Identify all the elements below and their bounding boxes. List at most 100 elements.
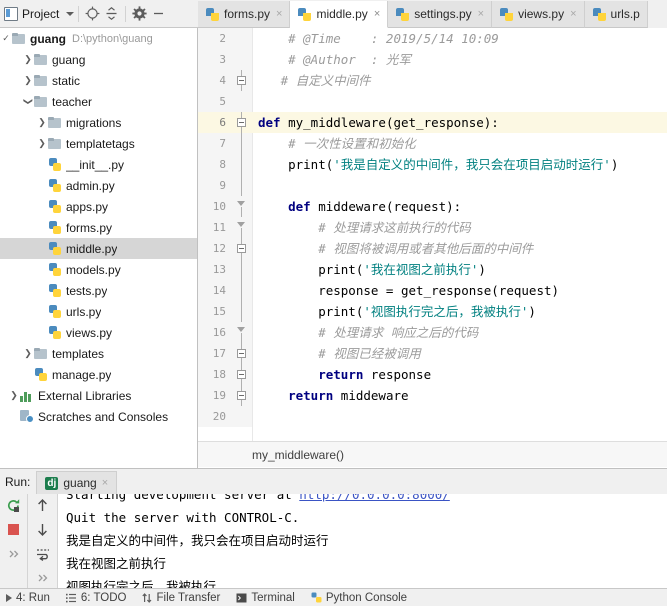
tree-item-tests-py[interactable]: tests.py xyxy=(0,280,197,301)
close-icon[interactable]: × xyxy=(102,477,108,489)
chevron-expanded-icon[interactable]: ✓ xyxy=(0,33,12,44)
project-panel-button[interactable]: Project xyxy=(4,6,75,21)
code-line-3[interactable]: 3 # @Author : 光军 xyxy=(198,49,667,70)
code-line-12[interactable]: 12 # 视图将被调用或者其他后面的中间件 xyxy=(198,238,667,259)
status-item-4--run[interactable]: 4: Run xyxy=(6,592,50,604)
fold-gutter[interactable] xyxy=(232,406,252,427)
fold-marker-icon[interactable] xyxy=(237,244,246,253)
editor-tab-forms-py[interactable]: forms.py × xyxy=(198,1,291,28)
fold-gutter[interactable] xyxy=(232,217,252,238)
status-item-terminal[interactable]: Terminal xyxy=(236,592,295,604)
locate-target-icon[interactable] xyxy=(83,4,102,23)
more-icon[interactable] xyxy=(5,545,22,562)
code-line-7[interactable]: 7 # 一次性设置和初始化 xyxy=(198,133,667,154)
code-line-20[interactable]: 20 xyxy=(198,406,667,427)
code-line-13[interactable]: 13 print('我在视图之前执行') xyxy=(198,259,667,280)
fold-marker-icon[interactable] xyxy=(237,370,246,379)
chevron-down-icon[interactable]: ❯ xyxy=(23,96,34,108)
fold-gutter[interactable] xyxy=(232,343,252,364)
close-icon[interactable]: × xyxy=(570,8,576,20)
fold-gutter[interactable] xyxy=(232,238,252,259)
tree-item-middle-py[interactable]: middle.py xyxy=(0,238,197,259)
fold-gutter[interactable] xyxy=(232,154,252,175)
code-line-15[interactable]: 15 print('视图执行完之后，我被执行') xyxy=(198,301,667,322)
chevron-right-icon[interactable]: ❯ xyxy=(36,138,48,149)
code-line-4[interactable]: 4 # 自定义中间件 xyxy=(198,70,667,91)
chevron-right-icon[interactable]: ❯ xyxy=(8,390,20,401)
tree-item---init---py[interactable]: __init__.py xyxy=(0,154,197,175)
tree-item-migrations[interactable]: ❯ migrations xyxy=(0,112,197,133)
run-console-output[interactable]: Starting development server at http://0.… xyxy=(58,494,667,588)
close-icon[interactable]: × xyxy=(478,8,484,20)
scroll-up-icon[interactable] xyxy=(34,497,51,514)
fold-gutter[interactable] xyxy=(232,91,252,112)
tree-item-manage-py[interactable]: manage.py xyxy=(0,364,197,385)
code-line-19[interactable]: 19 return middeware xyxy=(198,385,667,406)
code-line-6[interactable]: 6 def my_middleware(get_response): xyxy=(198,112,667,133)
fold-gutter[interactable] xyxy=(232,49,252,70)
minimize-icon[interactable] xyxy=(149,4,168,23)
editor-tab-views-py[interactable]: views.py × xyxy=(492,1,585,28)
fold-gutter[interactable] xyxy=(232,301,252,322)
code-line-8[interactable]: 8 print('我是自定义的中间件，我只会在项目启动时运行') xyxy=(198,154,667,175)
fold-gutter[interactable] xyxy=(232,133,252,154)
tree-item-views-py[interactable]: views.py xyxy=(0,322,197,343)
tree-item-Scratches-and-Consoles[interactable]: Scratches and Consoles xyxy=(0,406,197,427)
code-line-17[interactable]: 17 # 视图已经被调用 xyxy=(198,343,667,364)
editor-tab-middle-py[interactable]: middle.py × xyxy=(290,1,389,28)
fold-gutter[interactable] xyxy=(232,175,252,196)
soft-wrap-icon[interactable] xyxy=(34,545,51,562)
code-line-14[interactable]: 14 response = get_response(request) xyxy=(198,280,667,301)
tree-item-External-Libraries[interactable]: ❯ External Libraries xyxy=(0,385,197,406)
fold-gutter[interactable] xyxy=(232,28,252,49)
code-line-16[interactable]: 16 # 处理请求 响应之后的代码 xyxy=(198,322,667,343)
tree-item-templates[interactable]: ❯ templates xyxy=(0,343,197,364)
run-tab-guang[interactable]: dj guang × xyxy=(36,471,118,494)
close-icon[interactable]: × xyxy=(374,8,380,20)
fold-marker-icon[interactable] xyxy=(237,391,246,400)
tree-root-row[interactable]: ✓ guang D:\python\guang xyxy=(0,28,197,49)
status-item-6--todo[interactable]: 6: TODO xyxy=(65,592,126,604)
stop-icon[interactable] xyxy=(5,521,22,538)
status-item-python-console[interactable]: Python Console xyxy=(311,592,407,604)
close-icon[interactable]: × xyxy=(276,8,282,20)
chevron-right-icon[interactable]: ❯ xyxy=(22,75,34,86)
console-link[interactable]: http://0.0.0.0:8000/ xyxy=(299,494,450,502)
fold-marker-icon[interactable] xyxy=(237,118,246,127)
editor-scroll-area[interactable]: 2 # @Time : 2019/5/14 10:09 3 # @Author :… xyxy=(198,28,667,441)
editor-tab-settings-py[interactable]: settings.py × xyxy=(388,1,493,28)
code-line-10[interactable]: 10 def middeware(request): xyxy=(198,196,667,217)
code-line-5[interactable]: 5 xyxy=(198,91,667,112)
fold-gutter[interactable] xyxy=(232,70,252,91)
rerun-icon[interactable] xyxy=(5,497,22,514)
gear-icon[interactable] xyxy=(130,4,149,23)
fold-marker-icon[interactable] xyxy=(237,349,246,358)
tree-item-models-py[interactable]: models.py xyxy=(0,259,197,280)
code-line-18[interactable]: 18 return response xyxy=(198,364,667,385)
code-editor[interactable]: 2 # @Time : 2019/5/14 10:09 3 # @Author :… xyxy=(198,28,667,468)
tree-item-templatetags[interactable]: ❯ templatetags xyxy=(0,133,197,154)
fold-gutter[interactable] xyxy=(232,112,252,133)
fold-gutter[interactable] xyxy=(232,259,252,280)
editor-tab-urls-p[interactable]: urls.p xyxy=(584,1,648,28)
scroll-down-icon[interactable] xyxy=(34,521,51,538)
breadcrumb[interactable]: my_middleware() xyxy=(198,441,667,467)
tree-item-urls-py[interactable]: urls.py xyxy=(0,301,197,322)
tree-item-guang[interactable]: ❯ guang xyxy=(0,49,197,70)
code-line-2[interactable]: 2 # @Time : 2019/5/14 10:09 xyxy=(198,28,667,49)
code-line-9[interactable]: 9 xyxy=(198,175,667,196)
fold-gutter[interactable] xyxy=(232,196,252,217)
tree-item-forms-py[interactable]: forms.py xyxy=(0,217,197,238)
fold-gutter[interactable] xyxy=(232,364,252,385)
fold-gutter[interactable] xyxy=(232,280,252,301)
fold-marker-icon[interactable] xyxy=(237,76,246,85)
collapse-all-icon[interactable] xyxy=(102,4,121,23)
chevron-right-icon[interactable]: ❯ xyxy=(22,54,34,65)
fold-gutter[interactable] xyxy=(232,322,252,343)
chevron-right-icon[interactable]: ❯ xyxy=(22,348,34,359)
fold-gutter[interactable] xyxy=(232,385,252,406)
tree-item-static[interactable]: ❯ static xyxy=(0,70,197,91)
chevron-right-icon[interactable]: ❯ xyxy=(36,117,48,128)
tree-item-teacher[interactable]: ❯ teacher xyxy=(0,91,197,112)
code-line-11[interactable]: 11 # 处理请求这前执行的代码 xyxy=(198,217,667,238)
